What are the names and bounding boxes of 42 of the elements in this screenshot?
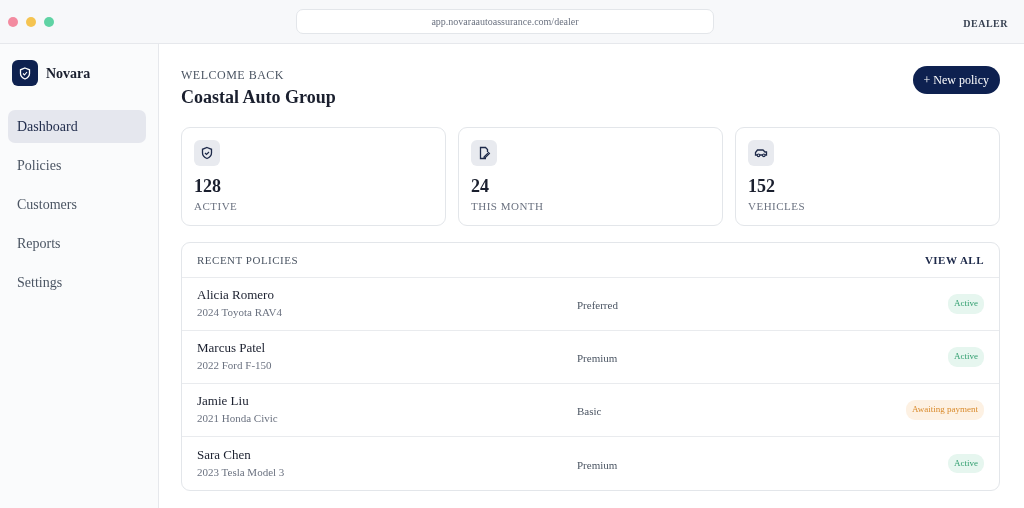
section-title: RECENT POLICIES bbox=[197, 252, 299, 268]
nav-item[interactable]: Settings bbox=[8, 266, 146, 299]
vehicle-label: 2022 Ford F-150 bbox=[197, 358, 273, 374]
car-icon bbox=[747, 140, 774, 166]
status-badge: Awaiting payment bbox=[906, 400, 984, 420]
stat-label: VEHICLES bbox=[747, 198, 807, 214]
stat-value: 128 bbox=[194, 176, 222, 198]
document-edit-icon bbox=[471, 140, 497, 166]
view-all-link[interactable]: VIEW ALL bbox=[924, 251, 984, 269]
vehicle-label: 2021 Honda Civic bbox=[197, 411, 279, 427]
nav-item[interactable]: Dashboard bbox=[8, 110, 146, 143]
dealer-name: Coastal Auto Group bbox=[181, 86, 336, 109]
new-policy-button[interactable]: + New policy bbox=[912, 66, 1000, 94]
shield-icon bbox=[194, 140, 220, 166]
nav-item[interactable]: Customers bbox=[8, 188, 146, 221]
stat-value: 152 bbox=[747, 176, 776, 198]
status-badge: Active bbox=[948, 347, 984, 367]
role-label: DEALER bbox=[963, 17, 1008, 29]
status-badge: Active bbox=[948, 294, 984, 314]
brand-name: Novara bbox=[46, 64, 91, 83]
plan-name: Premium bbox=[577, 352, 618, 364]
stat-label: THIS MONTH bbox=[471, 198, 545, 214]
minimize-dot-icon[interactable] bbox=[26, 16, 36, 27]
nav-item[interactable]: Policies bbox=[8, 149, 146, 182]
plan-name: Premium bbox=[577, 458, 618, 471]
close-dot-icon[interactable] bbox=[8, 16, 18, 27]
shield-logo-icon bbox=[12, 60, 38, 86]
maximize-dot-icon[interactable] bbox=[44, 16, 54, 27]
welcome-label: WELCOME BACK bbox=[181, 67, 285, 84]
stat-label: ACTIVE bbox=[194, 198, 239, 214]
nav-item[interactable]: Reports bbox=[8, 227, 146, 260]
status-badge: Active bbox=[948, 453, 984, 474]
customer-name: Jamie Liu bbox=[197, 393, 250, 411]
address-bar[interactable]: app.novaraautoassurance.com/dealer bbox=[296, 9, 714, 34]
plan-name: Preferred bbox=[577, 299, 618, 311]
customer-name: Marcus Patel bbox=[197, 340, 267, 358]
customer-name: Sara Chen bbox=[197, 446, 252, 464]
vehicle-label: 2024 Toyota RAV4 bbox=[197, 305, 283, 321]
plan-name: Basic bbox=[577, 405, 602, 417]
stat-value: 24 bbox=[471, 176, 490, 198]
customer-name: Alicia Romero bbox=[197, 287, 275, 305]
vehicle-label: 2023 Tesla Model 3 bbox=[197, 464, 286, 480]
